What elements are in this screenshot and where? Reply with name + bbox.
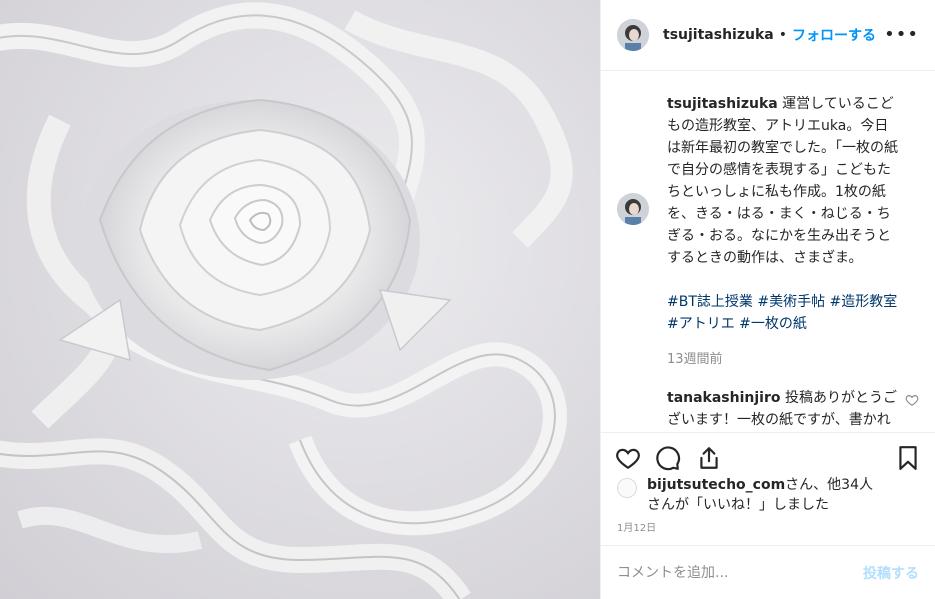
caption-username[interactable]: tsujitashizuka — [667, 96, 778, 112]
caption: tsujitashizuka 運営しているこどもの造形教室、アトリエuka。今日… — [617, 93, 919, 371]
separator-dot: • — [778, 27, 787, 43]
liker-avatar[interactable] — [617, 478, 637, 498]
post-modal: tsujitashizuka • フォローする ••• tsujitashizu… — [0, 0, 935, 599]
caption-time: 13週間前 — [667, 352, 723, 367]
comment-like-heart-icon[interactable] — [905, 393, 919, 407]
likes-summary: bijutsutecho_comさん、他34人 さんが「いいね！」しました — [617, 475, 873, 515]
post-date[interactable]: 1月12日 — [617, 519, 656, 534]
caption-avatar[interactable] — [617, 193, 649, 225]
post-sidebar: tsujitashizuka • フォローする ••• tsujitashizu… — [600, 0, 935, 599]
author-avatar[interactable] — [617, 19, 649, 51]
likes-others[interactable]: さん、他34人 — [785, 477, 873, 493]
comment-input[interactable] — [617, 564, 863, 581]
bookmark-icon[interactable] — [895, 445, 921, 471]
heart-icon[interactable] — [615, 445, 641, 471]
comment-username[interactable]: tanakashinjiro — [667, 390, 781, 406]
liker-username[interactable]: bijutsutecho_com — [647, 477, 785, 493]
comment-item: tanakashinjiro 投稿ありがとうございます！一枚の紙ですが、書かれて… — [617, 387, 919, 431]
follow-button[interactable]: フォローする — [792, 25, 876, 45]
comment-icon[interactable] — [655, 445, 681, 471]
caption-body: tsujitashizuka 運営しているこどもの造形教室、アトリエuka。今日… — [667, 93, 899, 371]
post-comment-button[interactable]: 投稿する — [863, 563, 919, 583]
likes-text: bijutsutecho_comさん、他34人 さんが「いいね！」しました — [647, 475, 873, 515]
post-photo[interactable] — [0, 0, 600, 599]
caption-text: 運営しているこどもの造形教室、アトリエuka。今日は新年最初の教室でした。「一枚… — [667, 96, 898, 266]
comments-scroll[interactable]: tsujitashizuka 運営しているこどもの造形教室、アトリエuka。今日… — [601, 71, 935, 431]
post-header: tsujitashizuka • フォローする ••• — [601, 0, 935, 71]
comment-body: tanakashinjiro 投稿ありがとうございます！一枚の紙ですが、書かれて… — [667, 387, 899, 431]
add-comment-bar: 投稿する — [601, 545, 935, 599]
author-username[interactable]: tsujitashizuka — [663, 27, 774, 43]
caption-hashtags[interactable]: #BT誌上授業 #美術手帖 #造形教室 #アトリエ #一枚の紙 — [667, 291, 899, 335]
likes-suffix: さんが「いいね！」しました — [647, 497, 829, 513]
more-icon[interactable]: ••• — [884, 24, 919, 45]
share-icon[interactable] — [696, 445, 722, 471]
